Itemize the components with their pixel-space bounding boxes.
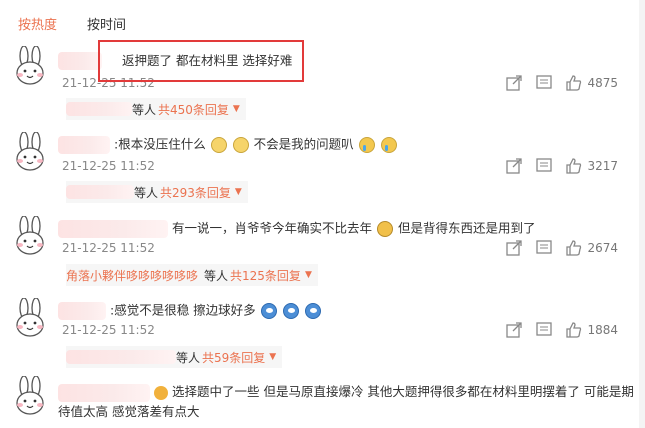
- blurred-username[interactable]: [58, 51, 102, 70]
- crying-emoji-icon: [380, 136, 397, 153]
- comment-content: :根本没压住什么 不会是我的问题叭: [58, 135, 398, 154]
- comment-text-2: 待值太高 感觉落差有点大: [58, 404, 200, 419]
- share-icon[interactable]: [505, 239, 523, 257]
- like-button[interactable]: 1884: [565, 321, 618, 339]
- comment-icon[interactable]: [535, 321, 553, 339]
- sort-tabs: 按热度 按时间: [18, 14, 126, 36]
- reply-count: 共125条回复: [230, 268, 301, 283]
- blurred-reply-names: [66, 185, 134, 199]
- reply-who: 等人: [176, 350, 201, 365]
- highlight-box: [98, 40, 304, 82]
- reply-who: 等人: [204, 268, 229, 283]
- tab-sort-by-time[interactable]: 按时间: [87, 14, 126, 36]
- reply-summary[interactable]: 等人 共293条回复 ▼: [66, 181, 248, 203]
- reply-author[interactable]: 角落小夥伴哆哆哆哆哆哆: [66, 267, 198, 284]
- triangle-down-icon: ▼: [234, 187, 242, 197]
- thumb-up-icon: [566, 322, 582, 338]
- blurred-reply-names: [66, 102, 132, 116]
- share-icon[interactable]: [505, 74, 523, 92]
- doge-emoji-icon: [376, 220, 393, 237]
- blurred-username[interactable]: [58, 135, 110, 154]
- reply-count: 共59条回复: [202, 350, 266, 365]
- blue-emoji-icon: [260, 302, 277, 319]
- blurred-username[interactable]: [58, 383, 150, 402]
- reply-summary[interactable]: 等人 共59条回复 ▼: [66, 346, 283, 368]
- avatar[interactable]: [10, 216, 50, 256]
- sad-emoji-icon: [232, 136, 249, 153]
- reply-who: 等人: [134, 185, 159, 200]
- comment-text: 选择题中了一些 但是马原直接爆冷 其他大题押得很多都在材料里明摆着了 可能是期: [171, 384, 634, 399]
- thumb-up-icon: [566, 158, 582, 174]
- like-count: 3217: [587, 159, 618, 173]
- avatar[interactable]: [10, 46, 50, 86]
- crying-emoji-icon: [358, 136, 375, 153]
- comment-text: :感觉不是很稳 擦边球好多: [109, 302, 256, 318]
- blurred-reply-names: [66, 350, 176, 364]
- avatar[interactable]: [10, 298, 50, 338]
- like-count: 1884: [587, 323, 618, 337]
- comment-content: 有一说一，肖爷爷今年确实不比去年 但是背得东西还是用到了: [58, 219, 535, 238]
- share-icon[interactable]: [505, 321, 523, 339]
- like-button[interactable]: 4875: [565, 74, 618, 92]
- like-count: 4875: [587, 76, 618, 90]
- comment-icon[interactable]: [535, 239, 553, 257]
- triangle-down-icon: ▼: [304, 270, 312, 280]
- comment-icon[interactable]: [535, 74, 553, 92]
- reply-count: 共450条回复: [158, 102, 229, 117]
- sad-emoji-icon: [210, 136, 227, 153]
- like-count: 2674: [587, 241, 618, 255]
- share-icon[interactable]: [505, 157, 523, 175]
- blurred-username[interactable]: [58, 301, 106, 320]
- reply-summary[interactable]: 等人 共450条回复 ▼: [66, 98, 246, 120]
- tab-sort-by-hot[interactable]: 按热度: [18, 14, 57, 36]
- comment-content: 选择题中了一些 但是马原直接爆冷 其他大题押得很多都在材料里明摆着了 可能是期 …: [58, 382, 642, 422]
- badge-icon: [153, 385, 168, 400]
- triangle-down-icon: ▼: [269, 352, 277, 362]
- reply-who: 等人: [132, 102, 157, 117]
- scrollbar[interactable]: [639, 0, 645, 428]
- reply-summary[interactable]: 角落小夥伴哆哆哆哆哆哆 等人 共125条回复 ▼: [66, 264, 318, 286]
- comment-text: :根本没压住什么: [113, 136, 206, 152]
- comment-text-2: 但是背得东西还是用到了: [397, 220, 536, 236]
- like-button[interactable]: 2674: [565, 239, 618, 257]
- comment-time: 21-12-25 11:52: [62, 159, 155, 173]
- reply-count: 共293条回复: [160, 185, 231, 200]
- comment-time: 21-12-25 11:52: [62, 241, 155, 255]
- blue-emoji-icon: [282, 302, 299, 319]
- comment-content: :感觉不是很稳 擦边球好多: [58, 301, 322, 320]
- comment-text-2: 不会是我的问题叭: [253, 136, 354, 152]
- avatar[interactable]: [10, 132, 50, 172]
- triangle-down-icon: ▼: [232, 104, 240, 114]
- avatar[interactable]: [10, 376, 50, 416]
- blue-emoji-icon: [304, 302, 321, 319]
- comment-text: 有一说一，肖爷爷今年确实不比去年: [171, 220, 372, 236]
- like-button[interactable]: 3217: [565, 157, 618, 175]
- thumb-up-icon: [566, 75, 582, 91]
- blurred-username[interactable]: [58, 219, 168, 238]
- thumb-up-icon: [566, 240, 582, 256]
- comment-time: 21-12-25 11:52: [62, 323, 155, 337]
- comment-icon[interactable]: [535, 157, 553, 175]
